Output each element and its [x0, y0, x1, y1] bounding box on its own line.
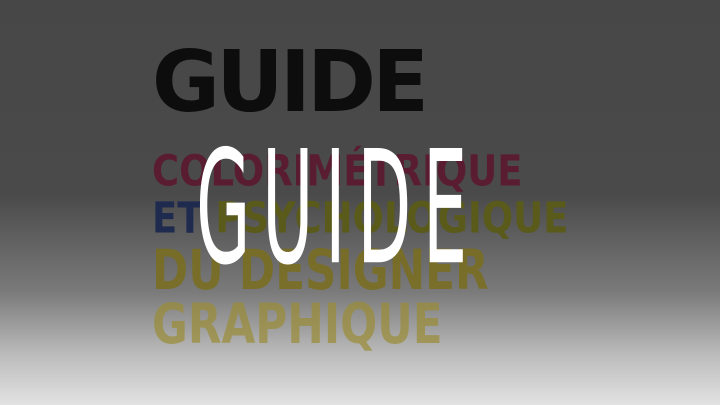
- overlay-title: GUIDE: [196, 116, 479, 300]
- background-line-graphique: GRAPHIQUE: [152, 293, 443, 357]
- title-slide: GUIDE COLORIMÉTRIQUE ET PSYCHOLOGIQUE DU…: [0, 0, 720, 405]
- background-title: GUIDE: [152, 32, 429, 132]
